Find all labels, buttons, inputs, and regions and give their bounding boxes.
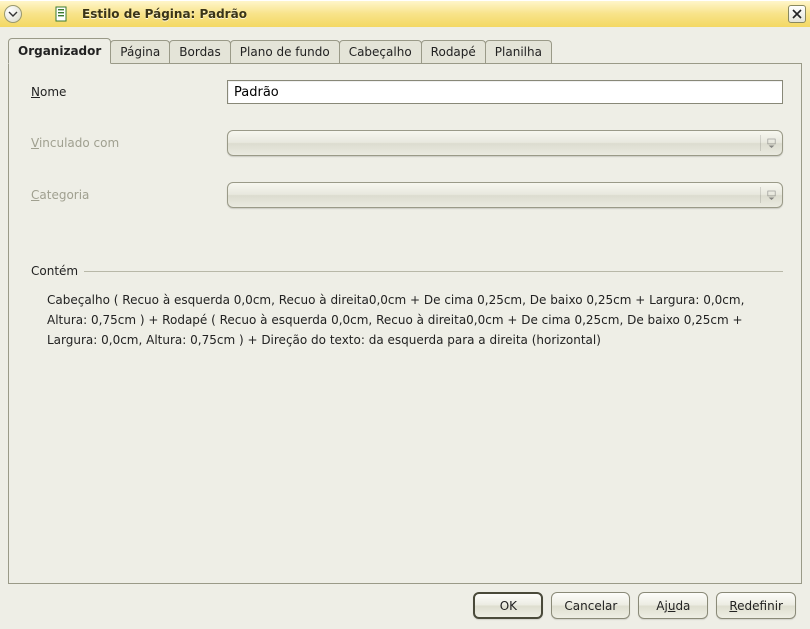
separator-line xyxy=(84,271,783,272)
page-style-icon xyxy=(54,6,70,22)
chevron-down-icon xyxy=(8,11,18,17)
titlebar-left: Estilo de Página: Padrão xyxy=(4,5,247,23)
label-name: Nome xyxy=(27,85,227,99)
tab-label: Bordas xyxy=(179,45,221,59)
contains-header: Contém xyxy=(27,264,783,278)
tab-footer[interactable]: Rodapé xyxy=(421,40,486,63)
dialog-content: Organizador Página Bordas Plano de fundo… xyxy=(0,27,810,629)
tab-page[interactable]: Página xyxy=(110,40,170,63)
linked-with-combo xyxy=(227,130,783,156)
category-combo xyxy=(227,182,783,208)
tab-label: Cabeçalho xyxy=(349,45,412,59)
window-title: Estilo de Página: Padrão xyxy=(82,7,247,21)
contains-title: Contém xyxy=(27,264,84,278)
chevron-down-icon xyxy=(760,135,776,151)
row-linked: Vinculado com xyxy=(27,130,783,156)
tab-row: Organizador Página Bordas Plano de fundo… xyxy=(8,39,802,63)
reset-button[interactable]: Redefinir xyxy=(716,592,796,619)
name-input[interactable] xyxy=(227,80,783,104)
row-category: Categoria xyxy=(27,182,783,208)
tab-label: Plano de fundo xyxy=(240,45,330,59)
spacer xyxy=(27,350,783,571)
tab-label: Organizador xyxy=(18,44,101,58)
cancel-button[interactable]: Cancelar xyxy=(551,592,630,619)
row-name: Nome xyxy=(27,80,783,104)
dialog-window: Estilo de Página: Padrão Organizador Pág… xyxy=(0,0,810,629)
tab-header[interactable]: Cabeçalho xyxy=(339,40,422,63)
tab-label: Planilha xyxy=(495,45,542,59)
button-label: Cancelar xyxy=(564,599,617,613)
tab-borders[interactable]: Bordas xyxy=(169,40,231,63)
window-menu-button[interactable] xyxy=(4,5,22,23)
tab-label: Página xyxy=(120,45,160,59)
ok-button[interactable]: OK xyxy=(473,592,543,619)
close-button[interactable] xyxy=(788,5,806,23)
tab-background[interactable]: Plano de fundo xyxy=(230,40,340,63)
label-category: Categoria xyxy=(27,188,227,202)
tab-organizer[interactable]: Organizador xyxy=(8,38,111,64)
tab-sheet[interactable]: Planilha xyxy=(485,40,552,63)
titlebar: Estilo de Página: Padrão xyxy=(0,0,810,27)
help-button[interactable]: Ajuda xyxy=(638,592,708,619)
chevron-down-icon xyxy=(760,187,776,203)
tab-panel-organizer: Nome Vinculado com Categoria xyxy=(8,63,802,584)
button-bar: OK Cancelar Ajuda Redefinir xyxy=(8,584,802,621)
contains-text: Cabeçalho ( Recuo à esquerda 0,0cm, Recu… xyxy=(27,290,783,350)
close-icon xyxy=(792,9,802,19)
tab-label: Rodapé xyxy=(431,45,476,59)
button-label: OK xyxy=(500,599,517,613)
label-linked: Vinculado com xyxy=(27,136,227,150)
